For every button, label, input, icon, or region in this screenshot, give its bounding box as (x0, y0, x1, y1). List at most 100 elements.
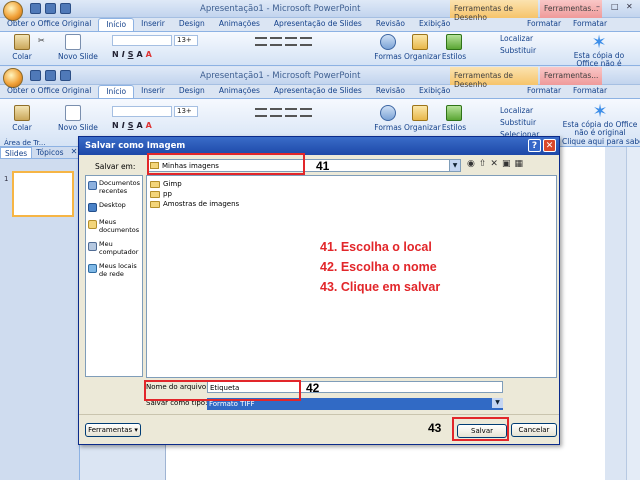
font-color-icon[interactable]: A (146, 50, 152, 59)
paste-button[interactable]: Colar (6, 34, 38, 64)
place-network[interactable]: Meus locais de rede (86, 259, 142, 281)
tab-review[interactable]: Revisão (369, 18, 412, 31)
indent-icon[interactable] (285, 37, 297, 46)
font-name-box-2[interactable] (112, 106, 172, 117)
bullets-icon[interactable] (255, 37, 267, 46)
chevron-down-icon[interactable]: ▼ (492, 398, 503, 408)
back-icon[interactable]: ◉ (467, 159, 475, 169)
tab-animations-2[interactable]: Animações (212, 85, 267, 98)
ribbon-tabs: Obter o Office Original Início Inserir D… (0, 18, 640, 31)
redo-icon[interactable] (60, 70, 71, 81)
place-desktop[interactable]: Desktop (86, 198, 142, 215)
file-list[interactable]: Gimp pp Amostras de imagens 41. Escolha … (146, 175, 557, 378)
replace-button[interactable]: Substituir (500, 46, 560, 55)
save-icon[interactable] (30, 70, 41, 81)
tab-view-2[interactable]: Exibição (412, 85, 457, 98)
slide-thumbnail[interactable] (12, 171, 74, 217)
close-icon[interactable]: ✕ (543, 139, 556, 152)
undo-icon[interactable] (45, 3, 56, 14)
tools-button[interactable]: Ferramentas ▾ (85, 423, 141, 437)
views-icon[interactable]: ▦ (514, 159, 523, 169)
place-my-documents[interactable]: Meus documentos (86, 215, 142, 237)
chevron-down-icon[interactable]: ▼ (449, 160, 460, 171)
find-button[interactable]: Localizar (500, 34, 560, 43)
shapes-button[interactable]: Formas (374, 34, 402, 64)
minimize-icon[interactable]: – (596, 2, 606, 12)
place-my-computer[interactable]: Meu computador (86, 237, 142, 259)
tab-review-2[interactable]: Revisão (369, 85, 412, 98)
new-slide-button[interactable]: Novo Slide (58, 34, 98, 64)
align-icon[interactable] (300, 108, 312, 117)
tab-animations[interactable]: Animações (212, 18, 267, 31)
tab-slides[interactable]: Slides (0, 147, 33, 158)
arrange-icon (412, 105, 428, 121)
quick-access-toolbar-2 (30, 70, 71, 81)
list-item[interactable]: pp (150, 190, 172, 198)
context-group-picture-tools-2: Ferramentas... (540, 67, 602, 85)
paste-label: Colar (12, 52, 32, 61)
save-icon[interactable] (30, 3, 41, 14)
tab-genuine-office[interactable]: Obter o Office Original (0, 18, 98, 31)
cut-icon[interactable]: ✂ (38, 36, 50, 66)
styles-label: Estilos (441, 52, 467, 61)
indent-icon[interactable] (285, 108, 297, 117)
font-color-icon[interactable]: A (146, 121, 152, 130)
tab-format-picture[interactable]: Formatar (566, 18, 614, 31)
replace-button-2[interactable]: Substituir (500, 118, 560, 127)
file-name: pp (163, 190, 172, 198)
bullets-icon[interactable] (255, 108, 267, 117)
tab-outline[interactable]: Tópicos (32, 147, 67, 158)
cancel-button[interactable]: Cancelar (511, 423, 557, 437)
close-icon[interactable]: ✕ (626, 2, 636, 12)
underline-icon[interactable]: S (128, 121, 134, 130)
up-folder-icon[interactable]: ⇧ (479, 159, 487, 169)
list-item[interactable]: Gimp (150, 180, 182, 188)
help-icon[interactable]: ? (528, 139, 541, 152)
tab-home-2[interactable]: Início (98, 85, 135, 98)
place-label: Meu computador (99, 240, 139, 256)
filetype-value: Formato TIFF (209, 400, 255, 408)
undo-icon[interactable] (45, 70, 56, 81)
list-item[interactable]: Amostras de imagens (150, 200, 239, 208)
font-grow-icon[interactable]: A (136, 121, 142, 130)
tab-insert[interactable]: Inserir (134, 18, 172, 31)
arrange-button[interactable]: Organizar (404, 34, 441, 64)
numbering-icon[interactable] (270, 37, 282, 46)
tab-view[interactable]: Exibição (412, 18, 457, 31)
underline-icon[interactable]: S (128, 50, 134, 59)
vertical-scrollbar[interactable] (626, 147, 640, 480)
genuine-office-button-2[interactable]: ✶ Esta cópia do Office não é original Cl… (562, 103, 640, 147)
place-recent-documents[interactable]: Documentos recentes (86, 176, 142, 198)
tab-format-drawing-2[interactable]: Formatar (520, 85, 568, 98)
genuine-link[interactable]: Clique aqui para sabe... (562, 137, 640, 146)
redo-icon[interactable] (60, 3, 71, 14)
tab-genuine-office-2[interactable]: Obter o Office Original (0, 85, 98, 98)
folder-icon (150, 180, 160, 188)
tab-slideshow[interactable]: Apresentação de Slides (267, 18, 369, 31)
italic-icon[interactable]: I (122, 121, 125, 130)
styles-button[interactable]: Estilos (440, 34, 468, 64)
tab-format-picture-2[interactable]: Formatar (566, 85, 614, 98)
tab-insert-2[interactable]: Inserir (134, 85, 172, 98)
numbering-icon[interactable] (270, 108, 282, 117)
font-grow-icon[interactable]: A (136, 50, 142, 59)
new-folder-icon[interactable]: ▣ (502, 159, 511, 169)
maximize-icon[interactable]: □ (611, 2, 621, 12)
font-size-box[interactable]: 13+ (174, 35, 198, 46)
tab-slideshow-2[interactable]: Apresentação de Slides (267, 85, 369, 98)
delete-icon[interactable]: ✕ (490, 159, 498, 169)
font-name-box[interactable] (112, 35, 172, 46)
tab-format-drawing[interactable]: Formatar (520, 18, 568, 31)
bold-icon[interactable]: N (112, 121, 119, 130)
font-size-box-2[interactable]: 13+ (174, 106, 198, 117)
shapes-label: Formas (374, 52, 402, 61)
bold-icon[interactable]: N (112, 50, 119, 59)
tab-design-2[interactable]: Design (172, 85, 212, 98)
align-icon[interactable] (300, 37, 312, 46)
new-slide-icon (65, 105, 81, 121)
genuine-office-button[interactable]: ✶ Esta cópia do Office não é original (562, 34, 636, 76)
find-button-2[interactable]: Localizar (500, 106, 560, 115)
tab-home[interactable]: Início (98, 18, 135, 31)
tab-design[interactable]: Design (172, 18, 212, 31)
italic-icon[interactable]: I (122, 50, 125, 59)
